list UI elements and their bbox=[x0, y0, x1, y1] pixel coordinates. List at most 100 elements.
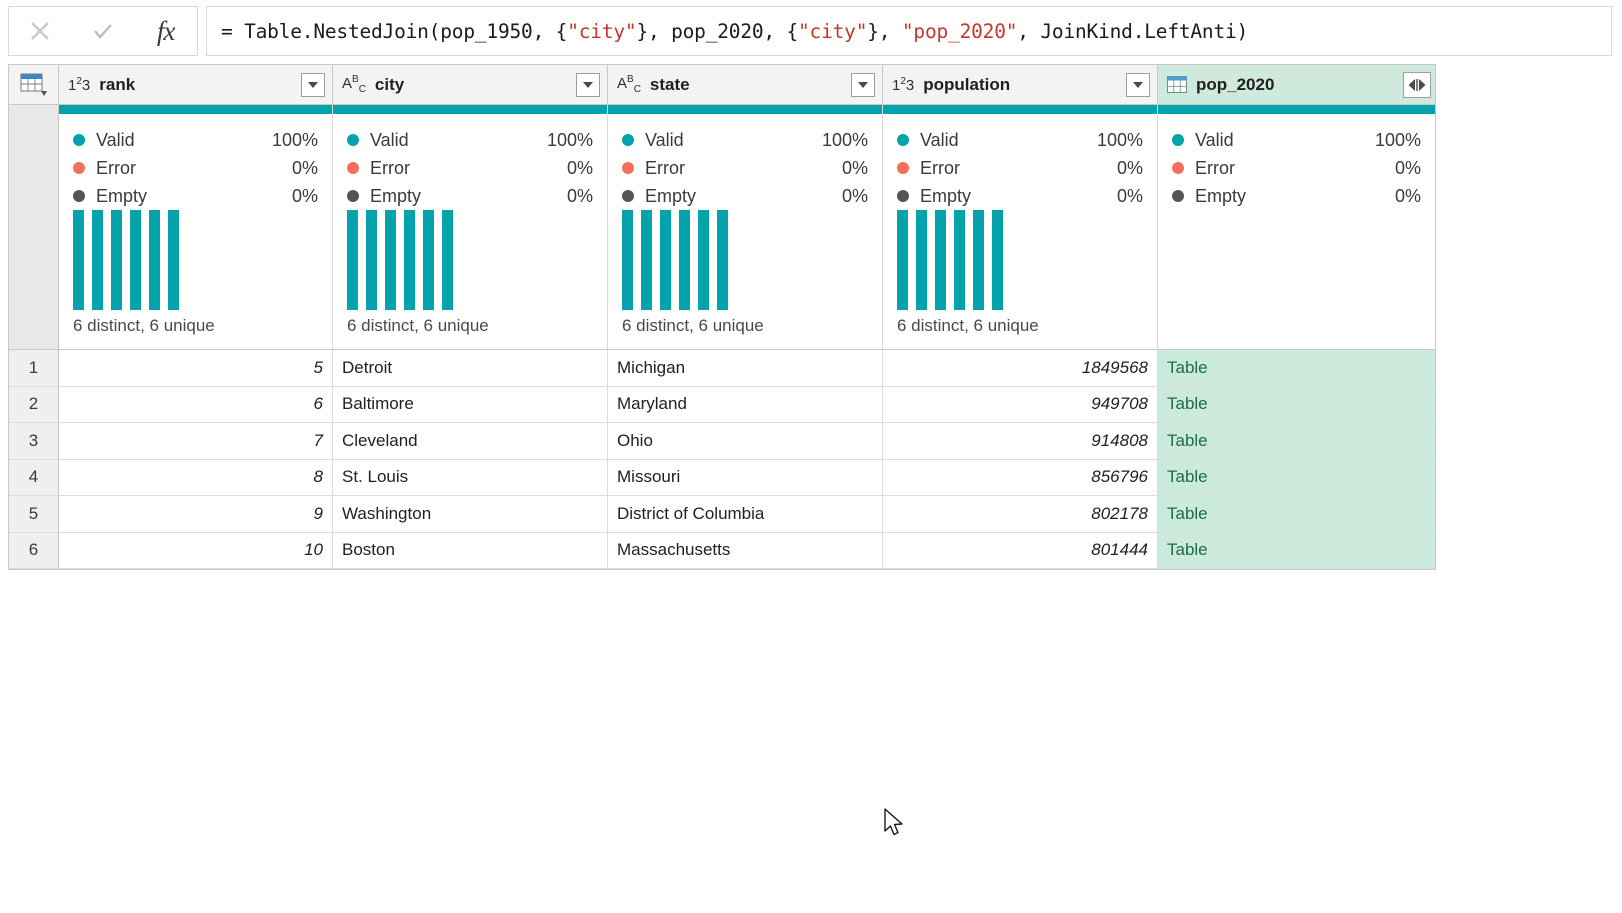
column-header-state[interactable]: ABC state bbox=[608, 65, 883, 104]
value-distribution-histogram bbox=[333, 210, 607, 310]
row-number-cell[interactable]: 3 bbox=[9, 423, 59, 459]
cell-city[interactable]: Cleveland bbox=[333, 423, 608, 459]
close-icon bbox=[31, 22, 50, 40]
distinct-unique-label: 6 distinct, 6 unique bbox=[622, 316, 764, 335]
column-header-rank[interactable]: 123 rank bbox=[59, 65, 333, 104]
quality-stats: Valid 100% Error 0% Empty 0% bbox=[59, 114, 332, 210]
quality-error-row: Error 0% bbox=[347, 154, 593, 182]
filter-dropdown-button-city[interactable] bbox=[576, 72, 600, 97]
table-type-icon bbox=[1167, 76, 1187, 93]
cell-city[interactable]: Washington bbox=[333, 496, 608, 532]
cell-population[interactable]: 914808 bbox=[883, 423, 1158, 459]
error-status-dot-icon bbox=[1172, 162, 1184, 174]
quality-valid-label: Valid bbox=[920, 129, 959, 150]
column-header-label: population bbox=[923, 74, 1011, 94]
empty-status-dot-icon bbox=[73, 190, 85, 202]
cell-pop_2020[interactable]: Table bbox=[1158, 423, 1435, 459]
histogram-bar bbox=[149, 210, 160, 310]
histogram-bar bbox=[385, 210, 396, 310]
cell-population[interactable]: 856796 bbox=[883, 459, 1158, 495]
text-type-icon: ABC bbox=[617, 74, 641, 95]
accept-formula-button[interactable] bbox=[75, 8, 131, 54]
quality-valid-value: 100% bbox=[1096, 129, 1143, 150]
cell-rank[interactable]: 7 bbox=[59, 423, 333, 459]
formula-text: = Table.NestedJoin(pop_1950, {"city"}, p… bbox=[221, 19, 1249, 43]
cell-pop_2020[interactable]: Table bbox=[1158, 459, 1435, 495]
cell-pop_2020[interactable]: Table bbox=[1158, 532, 1435, 568]
cell-rank[interactable]: 8 bbox=[59, 459, 333, 495]
column-header-pop_2020[interactable]: pop_2020 bbox=[1158, 65, 1435, 104]
row-number-cell[interactable]: 2 bbox=[9, 386, 59, 422]
expand-column-button-pop_2020[interactable] bbox=[1403, 71, 1431, 98]
quality-error-value: 0% bbox=[841, 157, 868, 178]
table-row[interactable]: 2 6 Baltimore Maryland 949708 Table bbox=[9, 386, 1435, 423]
select-all-corner-button[interactable] bbox=[9, 65, 59, 104]
cell-city[interactable]: St. Louis bbox=[333, 459, 608, 495]
cell-state[interactable]: Maryland bbox=[608, 386, 883, 422]
quality-empty-row: Empty 0% bbox=[622, 182, 868, 210]
cell-rank[interactable]: 5 bbox=[59, 350, 333, 386]
cancel-formula-button[interactable] bbox=[12, 8, 68, 54]
quality-error-label: Error bbox=[1195, 157, 1235, 178]
column-header-population[interactable]: 123 population bbox=[883, 65, 1158, 104]
column-quality-row: Valid 100% Error 0% Empty 0% 6 distinct, 6 uni… bbox=[9, 105, 1435, 350]
quality-profiles: Valid 100% Error 0% Empty 0% 6 distinct, 6 uni… bbox=[59, 105, 1435, 349]
insert-function-button[interactable]: fx bbox=[138, 8, 194, 54]
cell-population[interactable]: 802178 bbox=[883, 496, 1158, 532]
column-header-city[interactable]: ABC city bbox=[333, 65, 608, 104]
row-number-cell[interactable]: 5 bbox=[9, 496, 59, 532]
quality-valid-row: Valid 100% bbox=[622, 126, 868, 154]
cell-state[interactable]: District of Columbia bbox=[608, 496, 883, 532]
table-row[interactable]: 5 9 Washington District of Columbia 802178 Ta… bbox=[9, 496, 1435, 533]
quality-valid-row: Valid 100% bbox=[73, 126, 318, 154]
quality-empty-label: Empty bbox=[645, 185, 697, 206]
filter-dropdown-button-population[interactable] bbox=[1126, 72, 1150, 97]
table-row[interactable]: 4 8 St. Louis Missouri 856796 Table bbox=[9, 459, 1435, 496]
formula-input[interactable]: = Table.NestedJoin(pop_1950, {"city"}, p… bbox=[206, 6, 1612, 56]
cell-state[interactable]: Massachusetts bbox=[608, 532, 883, 568]
histogram-bar bbox=[423, 210, 434, 310]
cell-population[interactable]: 949708 bbox=[883, 386, 1158, 422]
cell-city[interactable]: Detroit bbox=[333, 350, 608, 386]
quality-rownum-spacer bbox=[9, 105, 59, 349]
error-status-dot-icon bbox=[73, 162, 85, 174]
histogram-bar bbox=[973, 210, 984, 310]
table-row[interactable]: 1 5 Detroit Michigan 1849568 Table bbox=[9, 350, 1435, 387]
column-quality-city: Valid 100% Error 0% Empty 0% 6 distinct, 6 uni… bbox=[333, 105, 608, 349]
quality-valid-label: Valid bbox=[645, 129, 684, 150]
quality-error-value: 0% bbox=[1394, 157, 1421, 178]
histogram-bar bbox=[992, 210, 1003, 310]
quality-error-row: Error 0% bbox=[73, 154, 318, 182]
cell-state[interactable]: Michigan bbox=[608, 350, 883, 386]
row-number-cell[interactable]: 6 bbox=[9, 532, 59, 568]
cell-rank[interactable]: 6 bbox=[59, 386, 333, 422]
histogram-bar bbox=[954, 210, 965, 310]
filter-dropdown-button-state[interactable] bbox=[851, 72, 875, 97]
cell-city[interactable]: Baltimore bbox=[333, 386, 608, 422]
row-number-cell[interactable]: 4 bbox=[9, 459, 59, 495]
cell-state[interactable]: Missouri bbox=[608, 459, 883, 495]
cell-population[interactable]: 801444 bbox=[883, 532, 1158, 568]
fx-icon: fx bbox=[156, 15, 175, 46]
cell-population[interactable]: 1849568 bbox=[883, 350, 1158, 386]
cell-state[interactable]: Ohio bbox=[608, 423, 883, 459]
cell-pop_2020[interactable]: Table bbox=[1158, 350, 1435, 386]
cell-rank[interactable]: 9 bbox=[59, 496, 333, 532]
quality-valid-label: Valid bbox=[1195, 129, 1234, 150]
cell-pop_2020[interactable]: Table bbox=[1158, 496, 1435, 532]
valid-status-dot-icon bbox=[347, 134, 359, 146]
quality-valid-value: 100% bbox=[1374, 129, 1421, 150]
text-type-icon: ABC bbox=[342, 74, 366, 95]
quality-error-row: Error 0% bbox=[622, 154, 868, 182]
cell-rank[interactable]: 10 bbox=[59, 532, 333, 568]
table-row[interactable]: 3 7 Cleveland Ohio 914808 Table bbox=[9, 423, 1435, 460]
row-number-cell[interactable]: 1 bbox=[9, 350, 59, 386]
column-header-label: rank bbox=[99, 74, 136, 94]
filter-dropdown-button-rank[interactable] bbox=[301, 72, 325, 97]
cell-pop_2020[interactable]: Table bbox=[1158, 386, 1435, 422]
quality-empty-value: 0% bbox=[1394, 185, 1421, 206]
quality-empty-row: Empty 0% bbox=[1172, 182, 1421, 210]
histogram-bar bbox=[698, 210, 709, 310]
table-row[interactable]: 6 10 Boston Massachusetts 801444 Table bbox=[9, 532, 1435, 569]
cell-city[interactable]: Boston bbox=[333, 532, 608, 568]
